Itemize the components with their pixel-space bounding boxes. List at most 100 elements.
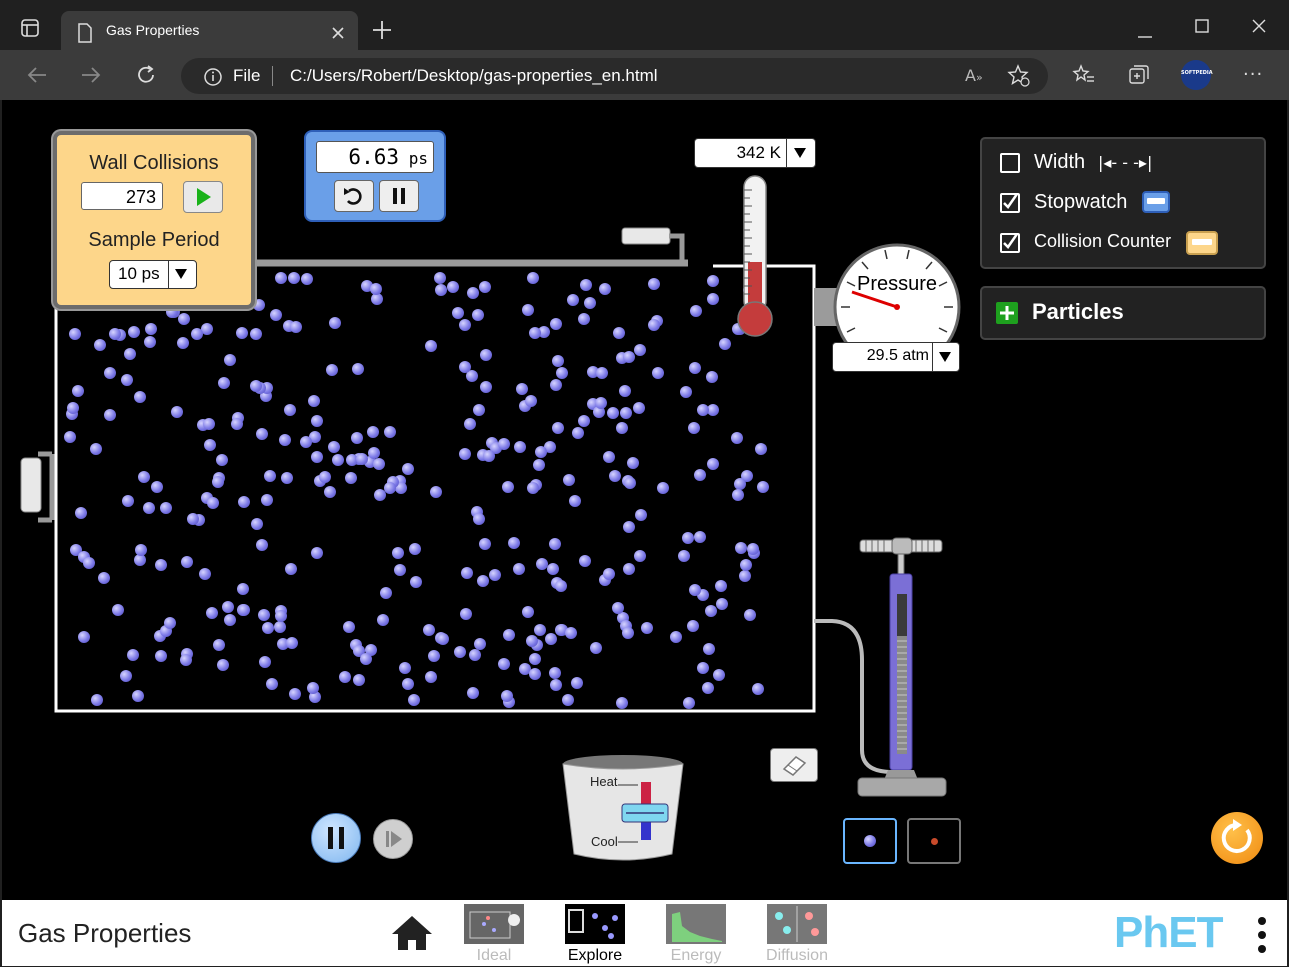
pressure-units-select[interactable]: 29.5 atm	[832, 342, 960, 372]
gas-particle	[350, 431, 363, 444]
url-divider	[272, 66, 273, 86]
favorites-icon[interactable]	[1072, 63, 1096, 91]
gas-particle	[325, 364, 338, 377]
gas-particle	[701, 682, 714, 695]
add-favorite-icon[interactable]	[1007, 64, 1031, 92]
wall-collisions-panel[interactable]: Wall Collisions 273 Sample Period 10 ps	[53, 131, 255, 309]
stopwatch-panel[interactable]: 6.63 ps	[304, 130, 446, 222]
heater-cooler[interactable]: Heat Cool	[560, 754, 686, 864]
maximize-icon[interactable]	[1195, 18, 1209, 37]
gas-particle	[339, 671, 352, 684]
gas-particle	[176, 337, 189, 350]
erase-particles-button[interactable]	[770, 748, 818, 782]
gas-particle	[516, 382, 529, 395]
read-aloud-icon[interactable]: A»	[965, 66, 983, 85]
collections-icon[interactable]	[1127, 63, 1151, 91]
profile-badge-text: SOFTPEDIA	[1181, 70, 1213, 76]
tab-actions-icon[interactable]	[20, 18, 40, 43]
gas-particle	[434, 283, 447, 296]
gas-particle	[367, 446, 380, 459]
gas-particle	[103, 366, 116, 379]
gas-particle	[550, 317, 563, 330]
play-pause-button[interactable]	[311, 813, 361, 863]
gas-particle	[238, 604, 251, 617]
gas-particle	[332, 454, 344, 467]
gas-particle	[535, 558, 548, 571]
gas-particle	[290, 320, 303, 333]
gas-particle	[453, 646, 466, 659]
particles-accordion[interactable]: Particles	[980, 286, 1266, 340]
gas-particle	[66, 401, 79, 414]
gas-particle	[249, 380, 262, 393]
screen-energy[interactable]: Energy	[664, 903, 728, 967]
expand-icon[interactable]	[996, 302, 1018, 324]
gas-particle	[143, 502, 156, 515]
gas-particle	[706, 370, 719, 383]
refresh-icon[interactable]	[135, 64, 157, 90]
width-option[interactable]: Width |◂- - -▸|	[1000, 151, 1200, 175]
phet-logo[interactable]: PhET	[1114, 908, 1223, 958]
url-box[interactable]: File C:/Users/Robert/Desktop/gas-propert…	[181, 58, 1048, 94]
back-icon[interactable]	[26, 65, 48, 89]
width-label: Width	[1034, 151, 1086, 173]
step-forward-button[interactable]	[373, 819, 413, 859]
profile-avatar[interactable]: SOFTPEDIA	[1181, 60, 1213, 90]
heavy-particle-radio[interactable]	[843, 818, 897, 864]
reset-all-button[interactable]	[1211, 812, 1263, 864]
more-menu-icon[interactable]: ···	[1243, 64, 1263, 85]
gas-particle	[466, 287, 479, 300]
info-icon[interactable]	[203, 67, 223, 91]
stopwatch-checkbox[interactable]	[1000, 193, 1020, 213]
gas-particle	[483, 450, 495, 463]
gas-particle	[288, 687, 301, 700]
thermometer-units-select[interactable]: 342 K	[694, 138, 816, 168]
screen-energy-label: Energy	[670, 947, 722, 964]
ideal-thumbnail	[464, 904, 524, 944]
new-tab-icon[interactable]	[372, 20, 392, 44]
start-counting-button[interactable]	[183, 181, 223, 213]
width-checkbox[interactable]	[1000, 153, 1020, 173]
sample-period-value: 10 ps	[118, 264, 160, 283]
url-text[interactable]: C:/Users/Robert/Desktop/gas-properties_e…	[290, 66, 658, 86]
collision-counter-checkbox[interactable]	[1000, 233, 1020, 253]
forward-icon[interactable]	[80, 65, 102, 89]
gas-particle	[409, 575, 422, 588]
gas-particle	[622, 626, 635, 639]
gas-particle	[427, 649, 440, 662]
screen-diffusion[interactable]: Diffusion	[764, 903, 830, 967]
gas-particle	[739, 558, 752, 571]
light-particle-radio[interactable]	[907, 818, 961, 864]
collision-counter-option[interactable]: Collision Counter	[1000, 231, 1250, 257]
stopwatch-option[interactable]: Stopwatch	[1000, 191, 1250, 217]
gas-particle	[327, 441, 340, 454]
gas-particle	[524, 394, 537, 407]
gas-particle	[201, 322, 214, 335]
gas-particle	[301, 273, 314, 286]
screen-explore[interactable]: Explore	[563, 903, 627, 967]
gas-particle	[430, 485, 443, 498]
screen-ideal[interactable]: Ideal	[462, 903, 526, 967]
minimize-icon[interactable]	[1138, 25, 1152, 44]
gas-particle	[284, 403, 297, 416]
pause-icon	[393, 188, 405, 204]
gas-particle	[689, 304, 702, 317]
gas-particle	[319, 470, 332, 483]
gas-particle	[250, 328, 263, 341]
gas-particle	[211, 476, 224, 489]
home-button[interactable]	[390, 914, 434, 956]
stopwatch-reset-button[interactable]	[334, 180, 374, 212]
gas-particle	[458, 447, 471, 460]
gas-particle	[145, 322, 158, 335]
gas-particle	[578, 312, 591, 325]
stopwatch-pause-button[interactable]	[379, 180, 419, 212]
close-window-icon[interactable]	[1252, 18, 1266, 37]
gas-particle	[703, 642, 716, 655]
gas-particle	[584, 297, 597, 310]
gas-particle	[472, 309, 485, 322]
gas-particle	[514, 440, 527, 453]
bicycle-pump[interactable]	[852, 536, 952, 800]
close-tab-icon[interactable]	[331, 25, 345, 44]
phet-menu-icon[interactable]	[1257, 916, 1267, 960]
gas-particle	[615, 696, 628, 709]
sample-period-select[interactable]: 10 ps	[109, 260, 197, 289]
